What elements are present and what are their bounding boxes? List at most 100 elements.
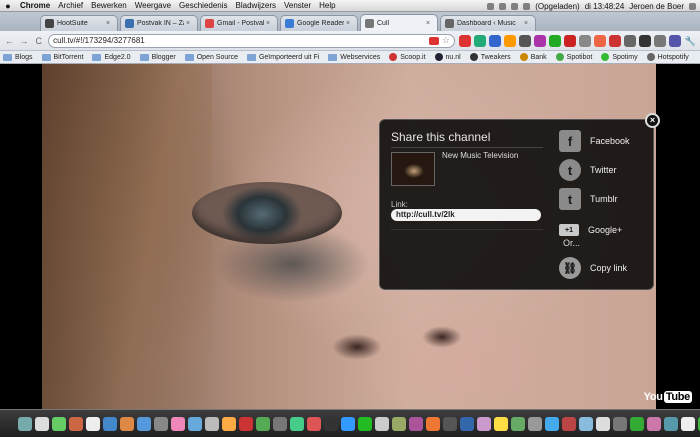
dock-app-icon[interactable] <box>545 416 559 431</box>
dock-app-icon[interactable] <box>579 416 593 431</box>
wrench-menu-icon[interactable]: 🔧 <box>685 35 696 47</box>
dock-app-icon[interactable] <box>511 416 525 431</box>
bookmark-star-icon[interactable]: ☆ <box>442 35 450 46</box>
bookmark-item[interactable]: Tweakers <box>469 53 511 61</box>
dock-app-icon[interactable] <box>256 416 270 431</box>
bookmark-item[interactable]: Spotimy <box>601 53 638 61</box>
menu-chrome[interactable]: Chrome <box>16 1 54 10</box>
dock-app-icon[interactable] <box>324 416 338 431</box>
close-tab-icon[interactable]: × <box>266 20 273 27</box>
extension-icon[interactable] <box>473 34 486 47</box>
tab-dashboard[interactable]: Dashboard ‹ Music × <box>440 15 536 31</box>
bookmark-folder[interactable]: Webservices <box>328 53 380 61</box>
dock-app-icon[interactable] <box>35 416 49 431</box>
dock-app-icon[interactable] <box>681 416 695 431</box>
dock-app-icon[interactable] <box>426 416 440 431</box>
video-player[interactable]: You Tube Share this channel New Music Tel… <box>0 64 700 409</box>
bookmark-item[interactable]: nu.nl <box>434 53 461 61</box>
dock-app-icon[interactable] <box>171 416 185 431</box>
close-tab-icon[interactable]: × <box>524 20 531 27</box>
apple-menu-icon[interactable]: ● <box>0 1 16 11</box>
dock-app-icon[interactable] <box>562 416 576 431</box>
extension-icon[interactable] <box>563 34 576 47</box>
extension-icon[interactable] <box>518 34 531 47</box>
bookmark-item[interactable]: Bank <box>519 53 547 61</box>
tab-cull[interactable]: Cull × <box>360 14 438 31</box>
user-name[interactable]: Jeroen de Boer <box>629 2 684 11</box>
close-tab-icon[interactable]: × <box>346 20 353 27</box>
extension-icon[interactable] <box>503 34 516 47</box>
dock-app-icon[interactable] <box>375 416 389 431</box>
dock-app-icon[interactable] <box>460 416 474 431</box>
bookmark-folder[interactable]: Blogger <box>139 53 176 61</box>
bookmark-folder[interactable]: Open Source <box>184 53 238 61</box>
menu-geschiedenis[interactable]: Geschiedenis <box>175 1 231 10</box>
battery-status[interactable]: (Opgeladen) <box>535 2 579 11</box>
bookmark-folder[interactable]: Geïmporteerd uit Fi <box>246 53 319 61</box>
dock-app-icon[interactable] <box>528 416 542 431</box>
dock-app-icon[interactable] <box>120 416 134 431</box>
dock-app-icon[interactable] <box>188 416 202 431</box>
tab-postvak[interactable]: Postvak IN – Zarafi × <box>120 15 198 31</box>
bookmark-item[interactable]: Spotibot <box>555 53 592 61</box>
back-button[interactable]: ← <box>4 35 15 47</box>
dock-app-icon[interactable] <box>239 416 253 431</box>
bookmark-item[interactable]: Scoop.it <box>389 53 426 61</box>
menu-archief[interactable]: Archief <box>54 1 87 10</box>
status-icon[interactable] <box>499 2 507 10</box>
share-facebook-button[interactable]: f Facebook <box>559 130 630 152</box>
dock-app-icon[interactable] <box>52 416 66 431</box>
bookmark-item[interactable]: Hotspotify <box>646 53 689 61</box>
dock-app-icon[interactable] <box>341 416 355 431</box>
dock-app-icon[interactable] <box>273 416 287 431</box>
forward-button[interactable]: → <box>19 35 30 47</box>
volume-icon[interactable] <box>523 2 531 10</box>
extension-icon[interactable] <box>548 34 561 47</box>
menu-weergave[interactable]: Weergave <box>131 1 175 10</box>
share-tumblr-button[interactable]: t Tumblr <box>559 188 618 210</box>
close-share-button[interactable]: × <box>645 113 660 128</box>
bookmark-folder[interactable]: BitTorrent <box>41 53 83 61</box>
dock-app-icon[interactable] <box>18 416 32 431</box>
close-tab-icon[interactable]: × <box>426 20 433 27</box>
dock-app-icon[interactable] <box>154 416 168 431</box>
dock-app-icon[interactable] <box>307 416 321 431</box>
dock-app-icon[interactable] <box>664 416 678 431</box>
menu-help[interactable]: Help <box>315 1 339 10</box>
share-link-field[interactable]: http://cull.tv/2lk <box>391 209 541 221</box>
url-text[interactable]: cull.tv/#!/173294/3277681 <box>53 36 426 45</box>
extension-icon[interactable] <box>578 34 591 47</box>
close-tab-icon[interactable]: × <box>106 20 113 27</box>
tab-hootsuite[interactable]: HootSuite × <box>40 15 118 31</box>
extension-icon[interactable] <box>533 34 546 47</box>
spotlight-icon[interactable] <box>689 2 696 10</box>
dock-app-icon[interactable] <box>290 416 304 431</box>
extension-icon[interactable] <box>488 34 501 47</box>
extension-icon[interactable] <box>593 34 606 47</box>
extension-icon[interactable] <box>668 34 681 47</box>
menu-bladwijzers[interactable]: Bladwijzers <box>232 1 280 10</box>
dock-app-icon[interactable] <box>494 416 508 431</box>
share-twitter-button[interactable]: t Twitter <box>559 159 617 181</box>
extension-icon[interactable] <box>458 34 471 47</box>
dock-app-icon[interactable] <box>222 416 236 431</box>
dock-app-icon[interactable] <box>443 416 457 431</box>
dock-app-icon[interactable] <box>596 416 610 431</box>
address-bar[interactable]: cull.tv/#!/173294/3277681 ☆ <box>48 33 455 48</box>
dock-app-icon[interactable] <box>647 416 661 431</box>
menu-venster[interactable]: Venster <box>280 1 315 10</box>
dock-app-icon[interactable] <box>358 416 372 431</box>
extension-icon[interactable] <box>608 34 621 47</box>
dock-app-icon[interactable] <box>392 416 406 431</box>
status-icon[interactable] <box>487 2 495 10</box>
dock-app-icon[interactable] <box>613 416 627 431</box>
wifi-icon[interactable] <box>511 2 519 10</box>
menu-bewerken[interactable]: Bewerken <box>87 1 131 10</box>
dock-app-icon[interactable] <box>86 416 100 431</box>
dock-app-icon[interactable] <box>205 416 219 431</box>
adblock-badge-icon[interactable] <box>428 36 439 45</box>
extension-icon[interactable] <box>653 34 666 47</box>
extension-icon[interactable] <box>623 34 636 47</box>
dock-app-icon[interactable] <box>477 416 491 431</box>
clock[interactable]: di 13:48:24 <box>585 2 625 11</box>
